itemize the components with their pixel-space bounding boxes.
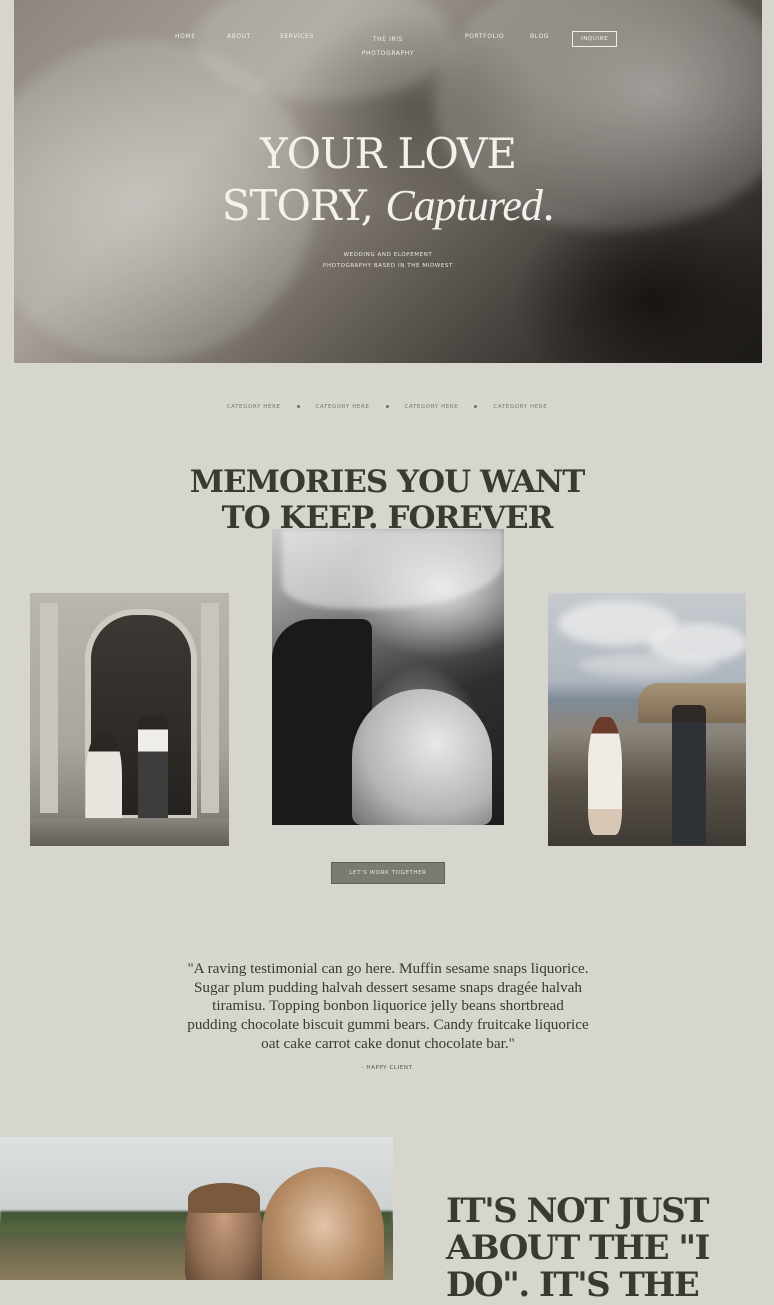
category-link[interactable]: CATEGORY HERE — [300, 404, 386, 410]
hero-subtitle-line2: PHOTOGRAPHY BASED IN THE MIDWEST — [323, 263, 453, 269]
hero-title-story: STORY, — [221, 181, 386, 230]
hero-title-line2: STORY, Captured. — [14, 180, 762, 232]
testimonial-line: pudding chocolate biscuit gummi bears. C… — [187, 1016, 589, 1034]
site-logo[interactable]: THE IRIS PHOTOGRAPHY — [336, 33, 440, 61]
hero-subtitle: WEDDING AND ELOPEMENT PHOTOGRAPHY BASED … — [14, 250, 762, 272]
memories-heading: MEMORIES YOU WANT TO KEEP. FOREVER — [0, 464, 774, 536]
hero-title-line1: YOUR LOVE — [259, 129, 517, 178]
photo-couple-doorway — [30, 593, 229, 846]
top-nav: HOME ABOUT SERVICES THE IRIS PHOTOGRAPHY… — [14, 0, 762, 60]
logo-line1: THE IRIS — [372, 36, 404, 43]
category-bar: CATEGORY HERE CATEGORY HERE CATEGORY HERE C… — [0, 404, 774, 410]
testimonial-line: oat cake carrot cake donut chocolate bar… — [261, 1034, 515, 1052]
photo-couple-field — [0, 1137, 393, 1280]
nav-portfolio[interactable]: PORTFOLIO — [465, 33, 504, 40]
hero-title-script: Captured — [385, 181, 543, 230]
about-heading: IT'S NOT JUST ABOUT THE "I DO". IT'S THE — [446, 1193, 766, 1304]
testimonial-author: - HAPPY CLIENT — [361, 1065, 413, 1071]
hero-subtitle-line1: WEDDING AND ELOPEMENT — [343, 252, 433, 258]
hero-section: HOME ABOUT SERVICES THE IRIS PHOTOGRAPHY… — [14, 0, 762, 363]
category-link[interactable]: CATEGORY HERE — [389, 404, 475, 410]
testimonial-line: tiramisu. Topping bonbon liquorice jelly… — [212, 997, 564, 1015]
inquire-button[interactable]: INQUIRE — [572, 31, 618, 47]
nav-blog[interactable]: BLOG — [530, 33, 549, 40]
hero-title: YOUR LOVE STORY, Captured. — [14, 128, 762, 232]
hero-title-period: . — [541, 181, 555, 230]
nav-about[interactable]: ABOUT — [227, 33, 251, 40]
logo-line2: PHOTOGRAPHY — [361, 50, 415, 57]
nav-services[interactable]: SERVICES — [280, 33, 314, 40]
about-heading-line1: IT'S NOT JUST — [446, 1191, 709, 1231]
work-together-button[interactable]: LET'S WORK TOGETHER — [331, 862, 445, 884]
testimonial-line: "A raving testimonial can go here. Muffi… — [187, 960, 589, 977]
about-heading-line2: ABOUT THE "I — [446, 1228, 710, 1268]
about-heading-line3: DO". IT'S THE — [446, 1265, 700, 1305]
photo-veil-kiss — [272, 529, 504, 825]
memories-heading-line1: MEMORIES YOU WANT — [189, 464, 586, 500]
category-link[interactable]: CATEGORY HERE — [477, 404, 563, 410]
category-link[interactable]: CATEGORY HERE — [211, 404, 297, 410]
testimonial-quote: "A raving testimonial can go here. Muffi… — [170, 960, 606, 1054]
photo-beach-couple — [548, 593, 746, 846]
nav-home[interactable]: HOME — [175, 33, 196, 40]
testimonial-line: Sugar plum pudding halvah dessert sesame… — [193, 978, 583, 996]
